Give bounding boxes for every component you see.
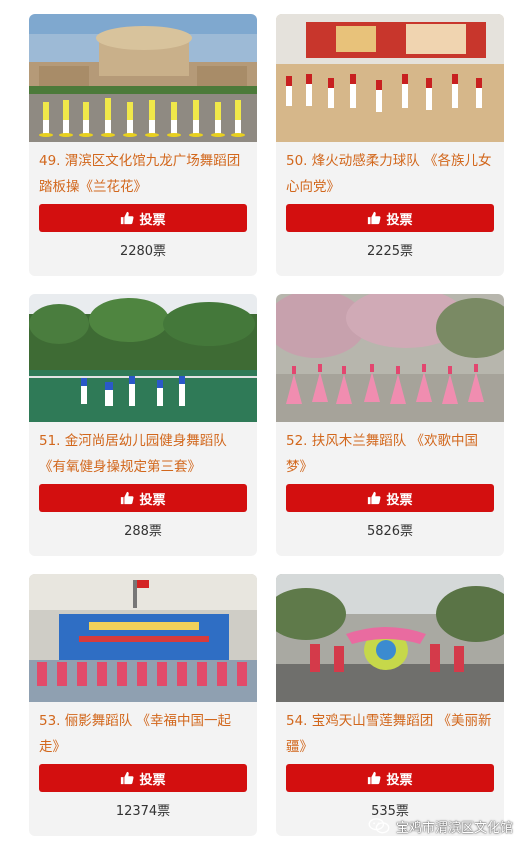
vote-button[interactable]: 投票 <box>286 764 494 792</box>
wechat-icon <box>368 818 390 834</box>
vote-button[interactable]: 投票 <box>286 204 494 232</box>
entry-title[interactable]: 49. 渭滨区文化馆九龙广场舞蹈团踏板操《兰花花》 <box>39 148 251 200</box>
entry-photo[interactable] <box>276 294 504 422</box>
vote-button[interactable]: 投票 <box>39 204 247 232</box>
thumbs-up-icon <box>121 491 134 505</box>
entry-card[interactable]: 50. 烽火动感柔力球队 《各族儿女心向党》 投票 2225票 <box>276 14 504 276</box>
thumbs-up-icon <box>368 771 381 785</box>
watermark: 宝鸡市渭滨区文化馆 <box>368 814 513 838</box>
entry-card[interactable]: 51. 金河尚居幼儿园健身舞蹈队 《有氧健身操规定第三套》 投票 288票 <box>29 294 257 556</box>
vote-button-label: 投票 <box>139 212 166 228</box>
vote-count: 2280票 <box>119 244 167 259</box>
vote-count: 288票 <box>124 524 162 539</box>
entry-card[interactable]: 53. 俪影舞蹈队 《幸福中国一起走》 投票 12374票 <box>29 574 257 836</box>
vote-button-label: 投票 <box>139 772 166 788</box>
vote-button[interactable]: 投票 <box>286 484 494 512</box>
entry-title[interactable]: 52. 扶风木兰舞蹈队 《欢歌中国梦》 <box>286 428 498 480</box>
vote-count: 12374票 <box>115 804 171 819</box>
entry-photo[interactable] <box>29 574 257 702</box>
thumbs-up-icon <box>368 491 381 505</box>
vote-button-label: 投票 <box>386 492 413 508</box>
vote-button-label: 投票 <box>139 492 166 508</box>
vote-button[interactable]: 投票 <box>39 764 247 792</box>
thumbs-up-icon <box>121 771 134 785</box>
vote-grid: 49. 渭滨区文化馆九龙广场舞蹈团踏板操《兰花花》 投票 2280票 50. 烽… <box>0 0 528 849</box>
thumbs-up-icon <box>368 211 381 225</box>
watermark-text: 宝鸡市渭滨区文化馆 <box>396 820 514 836</box>
entry-photo[interactable] <box>276 574 504 702</box>
entry-card[interactable]: 54. 宝鸡天山雪莲舞蹈团 《美丽新疆》 投票 535票 <box>276 574 504 836</box>
entry-photo[interactable] <box>29 14 257 142</box>
entry-card[interactable]: 49. 渭滨区文化馆九龙广场舞蹈团踏板操《兰花花》 投票 2280票 <box>29 14 257 276</box>
entry-title[interactable]: 53. 俪影舞蹈队 《幸福中国一起走》 <box>39 708 251 760</box>
entry-photo[interactable] <box>29 294 257 422</box>
entry-title[interactable]: 50. 烽火动感柔力球队 《各族儿女心向党》 <box>286 148 498 200</box>
thumbs-up-icon <box>121 211 134 225</box>
vote-count: 5826票 <box>366 524 414 539</box>
vote-button[interactable]: 投票 <box>39 484 247 512</box>
vote-count: 2225票 <box>366 244 414 259</box>
entry-title[interactable]: 54. 宝鸡天山雪莲舞蹈团 《美丽新疆》 <box>286 708 498 760</box>
entry-photo[interactable] <box>276 14 504 142</box>
vote-button-label: 投票 <box>386 212 413 228</box>
entry-title[interactable]: 51. 金河尚居幼儿园健身舞蹈队 《有氧健身操规定第三套》 <box>39 428 251 480</box>
vote-button-label: 投票 <box>386 772 413 788</box>
entry-card[interactable]: 52. 扶风木兰舞蹈队 《欢歌中国梦》 投票 5826票 <box>276 294 504 556</box>
